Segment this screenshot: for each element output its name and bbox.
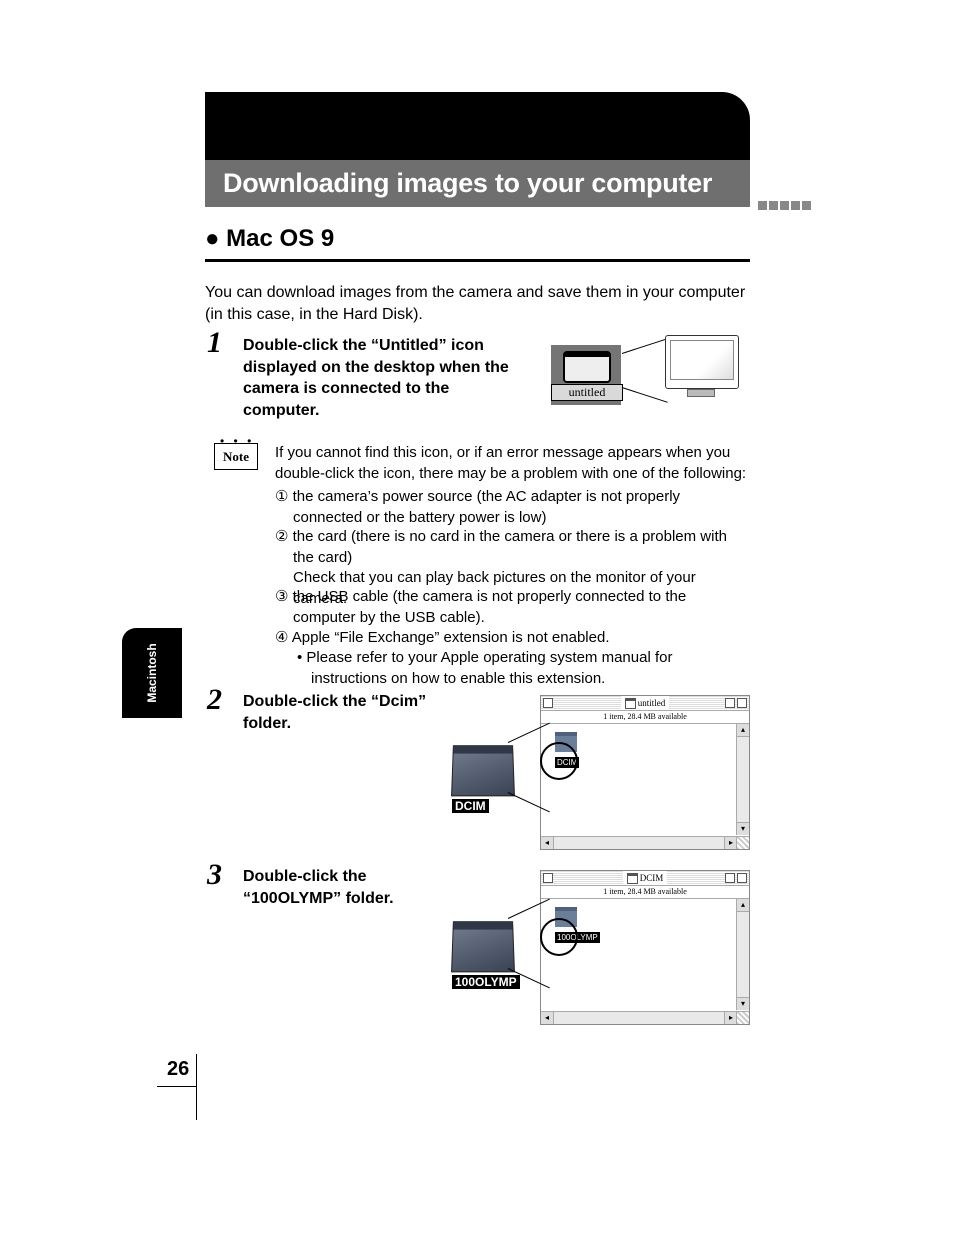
step-1-text: Double-click the “Untitled” icon display… bbox=[243, 335, 523, 421]
scroll-up-icon[interactable]: ▴ bbox=[737, 724, 749, 737]
intro-paragraph: You can download images from the camera … bbox=[205, 282, 750, 325]
side-tab: Macintosh bbox=[122, 628, 182, 718]
step-2-text: Double-click the “Dcim” folder. bbox=[243, 691, 433, 734]
zoom-box-icon[interactable] bbox=[725, 698, 735, 708]
callout-100olymp: 100OLYMP bbox=[452, 920, 520, 991]
page-number-rule-h bbox=[157, 1086, 196, 1087]
page-number-rule-v bbox=[196, 1054, 197, 1120]
callout-folder-icon bbox=[451, 745, 515, 796]
scroll-up-icon[interactable]: ▴ bbox=[737, 899, 749, 912]
note-item-4-bullet: • Please refer to your Apple operating s… bbox=[275, 647, 750, 689]
note-text: If you cannot find this icon, or if an e… bbox=[275, 442, 750, 484]
note-item-4: ④ Apple “File Exchange” extension is not… bbox=[275, 627, 750, 648]
step-1-diagram: untitled bbox=[537, 335, 747, 415]
finder-titlebar: untitled bbox=[541, 696, 749, 711]
step-3-number: 3 bbox=[207, 858, 222, 892]
bullet-icon: ● bbox=[205, 225, 220, 252]
disk-icon bbox=[625, 698, 636, 709]
finder-status: 1 item, 28.4 MB available bbox=[541, 711, 749, 724]
callout-folder-label: 100OLYMP bbox=[452, 975, 520, 989]
finder-titlebar: DCIM bbox=[541, 871, 749, 886]
close-box-icon[interactable] bbox=[543, 698, 553, 708]
side-tab-label: Macintosh bbox=[145, 643, 159, 702]
zoom-box-icon[interactable] bbox=[725, 873, 735, 883]
note-item-3: ③ the USB cable (the camera is not prope… bbox=[275, 586, 750, 628]
note-item-1: ① the camera’s power source (the AC adap… bbox=[275, 486, 750, 528]
step-2-number: 2 bbox=[207, 683, 222, 717]
folder-title-icon bbox=[627, 873, 638, 884]
note-label: Note bbox=[223, 449, 249, 465]
callout-folder-icon bbox=[451, 921, 515, 972]
scrollbar-horizontal[interactable]: ◂▸ bbox=[541, 1011, 737, 1024]
chapter-title-band: Downloading images to your computer bbox=[205, 160, 750, 207]
drive-card-icon: untitled bbox=[549, 343, 623, 407]
note-label-box: Note bbox=[214, 443, 258, 470]
callout-dcim: DCIM bbox=[452, 744, 514, 815]
monitor-icon bbox=[665, 335, 737, 405]
collapse-box-icon[interactable] bbox=[737, 698, 747, 708]
scrollbar-horizontal[interactable]: ◂▸ bbox=[541, 836, 737, 849]
step-1-number: 1 bbox=[207, 326, 222, 360]
finder-title: DCIM bbox=[640, 873, 664, 883]
close-box-icon[interactable] bbox=[543, 873, 553, 883]
scrollbar-vertical[interactable]: ▴▾ bbox=[736, 899, 749, 1010]
section-heading: ● Mac OS 9 bbox=[205, 225, 750, 262]
section-heading-text: Mac OS 9 bbox=[226, 225, 334, 252]
page-number: 26 bbox=[167, 1058, 189, 1081]
finder-title: untitled bbox=[638, 698, 666, 708]
callout-folder-label: DCIM bbox=[452, 799, 489, 813]
scrollbar-vertical[interactable]: ▴▾ bbox=[736, 724, 749, 835]
scroll-left-icon[interactable]: ◂ bbox=[541, 1012, 554, 1024]
collapse-box-icon[interactable] bbox=[737, 873, 747, 883]
decorative-dots bbox=[758, 197, 813, 215]
note-item-2: ② the card (there is no card in the came… bbox=[275, 526, 750, 568]
finder-status: 1 item, 28.4 MB available bbox=[541, 886, 749, 899]
step-3-text: Double-click the “100OLYMP” folder. bbox=[243, 866, 453, 909]
scroll-down-icon[interactable]: ▾ bbox=[737, 997, 749, 1010]
scroll-left-icon[interactable]: ◂ bbox=[541, 837, 554, 849]
drive-card-label: untitled bbox=[551, 384, 623, 401]
chapter-title: Downloading images to your computer bbox=[223, 168, 712, 199]
grow-box-icon[interactable] bbox=[736, 836, 749, 849]
scroll-down-icon[interactable]: ▾ bbox=[737, 822, 749, 835]
grow-box-icon[interactable] bbox=[736, 1011, 749, 1024]
